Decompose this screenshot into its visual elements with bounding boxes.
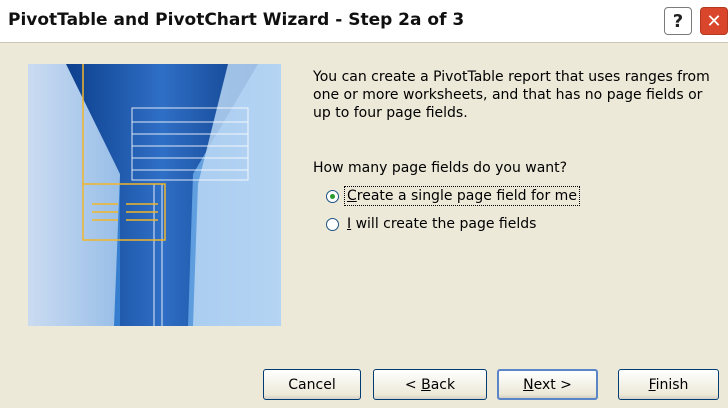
page-fields-question: How many page fields do you want? [313,160,568,176]
next-button[interactable]: Next > [497,369,598,400]
radio-button[interactable] [326,217,339,231]
instruction-text: You can create a PivotTable report that … [313,69,710,121]
window-title: PivotTable and PivotChart Wizard - Step … [8,10,465,30]
close-button[interactable]: ✕ [700,7,728,35]
radio-button-selected[interactable] [326,189,339,203]
finish-button[interactable]: Finish [618,369,719,400]
wizard-illustration-graphic [28,64,281,326]
help-icon: ? [672,10,684,32]
dialog-body: You can create a PivotTable report that … [0,43,728,408]
option-single-page-field-label[interactable]: Create a single page field for me [344,186,580,206]
option-single-page-field[interactable]: Create a single page field for me [326,186,580,206]
help-button[interactable]: ? [664,7,692,35]
radio-dot [330,193,335,199]
cancel-button[interactable]: Cancel [263,369,361,400]
option-create-page-fields-label[interactable]: I will create the page fields [345,215,538,233]
finish-button-label: Finish [648,376,689,393]
back-button-label: < Back [404,376,456,393]
title-bar[interactable]: PivotTable and PivotChart Wizard - Step … [0,0,728,43]
back-button[interactable]: < Back [373,369,487,400]
wizard-illustration [28,64,281,326]
next-button-label: Next > [523,376,572,393]
option-create-page-fields[interactable]: I will create the page fields [326,214,538,234]
close-icon: ✕ [706,10,722,32]
cancel-button-label: Cancel [288,376,336,393]
